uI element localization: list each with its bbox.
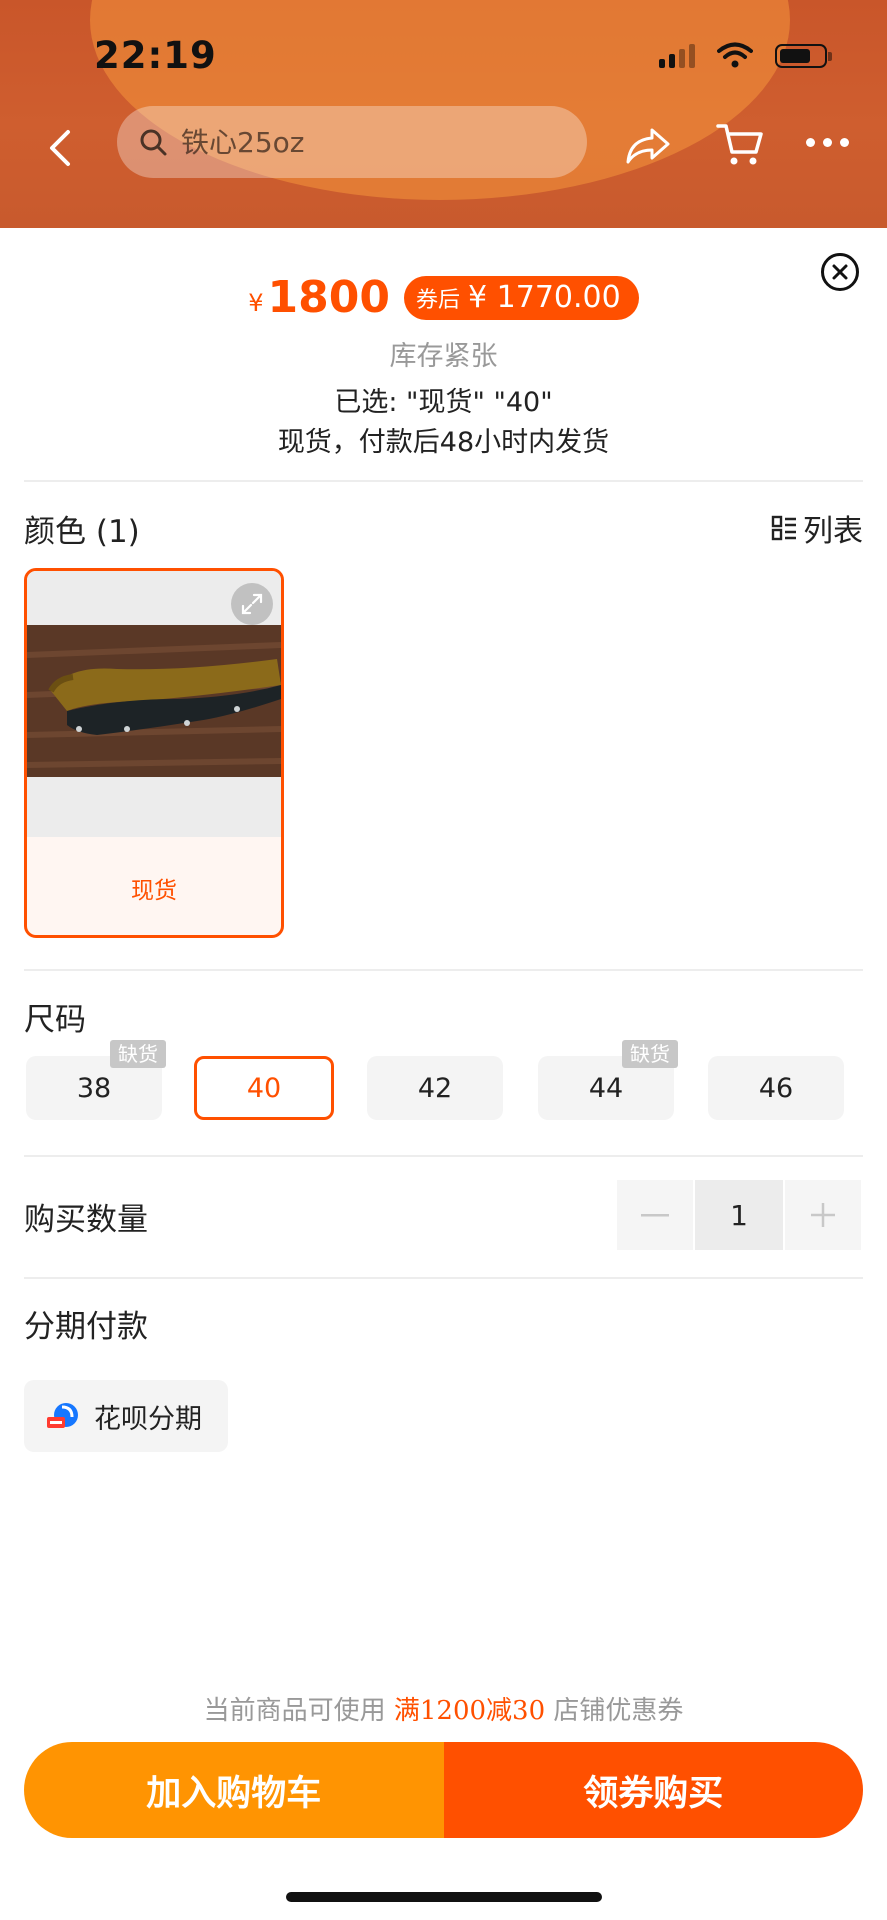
quantity-value[interactable]: 1 bbox=[695, 1180, 783, 1250]
increase-button[interactable] bbox=[785, 1180, 861, 1250]
color-section-title: 颜色 (1) bbox=[24, 514, 140, 550]
coupon-tag: 券后 bbox=[416, 287, 461, 313]
huabei-icon bbox=[47, 1403, 78, 1428]
divider bbox=[24, 1277, 863, 1279]
size-option-42[interactable]: 42 bbox=[367, 1056, 503, 1120]
cart-icon[interactable] bbox=[714, 120, 766, 170]
price-currency: ¥ bbox=[248, 288, 264, 317]
size-label: 38 bbox=[76, 1072, 112, 1104]
expand-image-button[interactable] bbox=[231, 583, 273, 625]
expand-icon bbox=[241, 593, 263, 615]
size-label: 46 bbox=[758, 1072, 794, 1104]
color-option-image bbox=[27, 571, 281, 837]
action-bar: 加入购物车 领券购买 bbox=[24, 1742, 863, 1838]
stock-status: 库存紧张 bbox=[389, 341, 498, 372]
minus-icon bbox=[641, 1214, 669, 1217]
share-icon[interactable] bbox=[622, 124, 674, 168]
shipping-info: 现货，付款后48小时内发货 bbox=[277, 427, 610, 458]
size-option-46[interactable]: 46 bbox=[708, 1056, 844, 1120]
list-view-label: 列表 bbox=[803, 514, 863, 549]
home-indicator[interactable] bbox=[286, 1892, 602, 1902]
installment-title: 分期付款 bbox=[24, 1309, 148, 1345]
sku-bottom-sheet: ¥ 1800 券后 ¥ 1770.00 库存紧张 已选: "现货" "40" 现… bbox=[0, 228, 887, 1920]
coupon-price: ¥ 1770.00 bbox=[468, 280, 621, 315]
quantity-stepper: 1 bbox=[617, 1180, 861, 1250]
divider bbox=[24, 969, 863, 971]
coupon-price-badge: 券后 ¥ 1770.00 bbox=[404, 275, 639, 320]
coupon-note-prefix: 当前商品可使用 bbox=[203, 1696, 386, 1726]
price-row: ¥ 1800 券后 ¥ 1770.00 bbox=[0, 272, 887, 323]
decrease-button[interactable] bbox=[617, 1180, 693, 1250]
status-icons bbox=[659, 42, 832, 68]
quantity-label: 购买数量 bbox=[24, 1202, 148, 1238]
huabei-label: 花呗分期 bbox=[94, 1403, 202, 1435]
search-bar[interactable] bbox=[117, 106, 587, 178]
plus-icon bbox=[811, 1203, 835, 1227]
out-of-stock-badge: 缺货 bbox=[622, 1040, 678, 1068]
signal-icon bbox=[659, 42, 695, 68]
coupon-note-highlight[interactable]: 满1200减30 bbox=[394, 1696, 545, 1726]
color-option-label: 现货 bbox=[131, 878, 177, 904]
claim-coupon-buy-button[interactable]: 领券购买 bbox=[443, 1742, 863, 1838]
more-icon[interactable] bbox=[806, 138, 852, 154]
product-photo bbox=[27, 625, 281, 777]
divider bbox=[24, 1155, 863, 1157]
coupon-note: 当前商品可使用 满1200减30 店铺优惠券 bbox=[0, 1690, 887, 1727]
size-section-title: 尺码 bbox=[24, 1002, 86, 1038]
divider bbox=[24, 480, 863, 482]
size-label: 40 bbox=[246, 1072, 282, 1104]
list-view-toggle[interactable]: 列表 bbox=[771, 506, 863, 550]
size-label: 42 bbox=[417, 1072, 453, 1104]
background-page-header: 22:19 bbox=[0, 0, 887, 228]
color-option-card[interactable]: 现货 bbox=[24, 568, 284, 938]
list-icon bbox=[771, 515, 796, 541]
out-of-stock-badge: 缺货 bbox=[110, 1040, 166, 1068]
add-to-cart-button[interactable]: 加入购物车 bbox=[24, 1742, 444, 1838]
status-time: 22:19 bbox=[94, 34, 217, 77]
search-icon bbox=[140, 129, 167, 156]
coupon-note-suffix: 店铺优惠券 bbox=[553, 1696, 684, 1726]
size-option-40[interactable]: 40 bbox=[194, 1056, 334, 1120]
size-label: 44 bbox=[588, 1072, 624, 1104]
price: 1800 bbox=[267, 272, 391, 323]
wifi-icon bbox=[717, 42, 753, 68]
selected-summary: 已选: "现货" "40" bbox=[334, 387, 553, 418]
search-input[interactable] bbox=[179, 124, 543, 160]
huabei-installment-option[interactable]: 花呗分期 bbox=[24, 1380, 228, 1452]
back-arrow-icon[interactable] bbox=[40, 118, 80, 178]
battery-icon bbox=[775, 44, 832, 68]
